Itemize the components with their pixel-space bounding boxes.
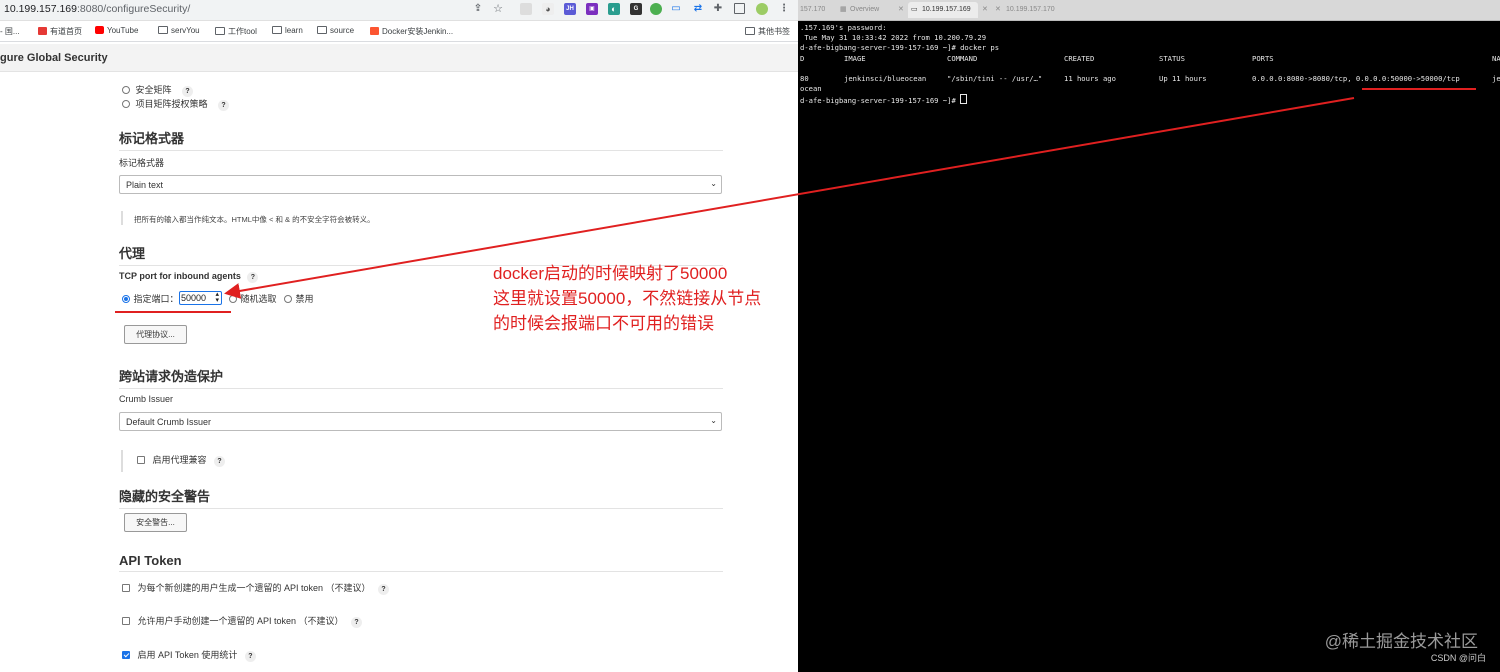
annotation-text-line1: docker启动的时候映射了50000 (493, 264, 728, 283)
annotation-arrow (224, 97, 1355, 299)
annotation-text-line2: 这里就设置50000，不然链接从节点 (493, 289, 762, 308)
annotation-text-line3: 的时候会报端口不可用的错误 (493, 314, 714, 333)
